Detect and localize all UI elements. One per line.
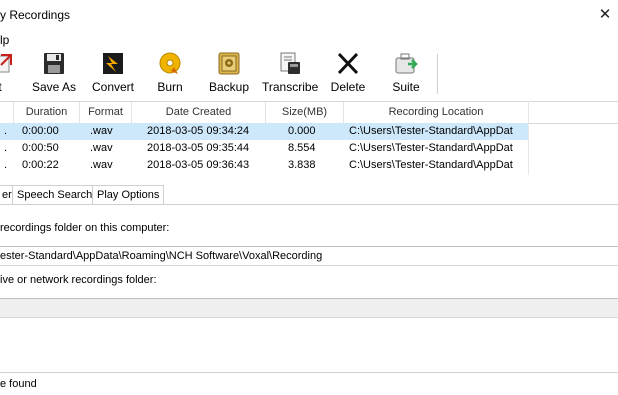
suite-icon bbox=[395, 53, 418, 74]
options-tab-strip: er Speech Search Play Options bbox=[0, 185, 618, 205]
format-cell: .wav bbox=[90, 125, 113, 137]
safe-icon bbox=[218, 52, 240, 75]
open-button[interactable]: t bbox=[0, 50, 14, 98]
column-header-date-created[interactable]: Date Created bbox=[132, 102, 266, 123]
status-text: e found bbox=[0, 378, 37, 390]
duration-cell: 0:00:00 bbox=[22, 125, 59, 137]
tab-play-options[interactable]: Play Options bbox=[92, 185, 165, 204]
backup-button[interactable]: Backup bbox=[207, 50, 251, 98]
x-delete-icon bbox=[337, 52, 359, 75]
network-folder-field[interactable] bbox=[0, 298, 618, 318]
table-right-edge bbox=[528, 101, 529, 175]
table-row[interactable]: . 0:00:50 .wav 2018-03-05 09:35:44 8.554… bbox=[0, 140, 528, 157]
disc-icon bbox=[159, 52, 181, 74]
column-header-size[interactable]: Size(MB) bbox=[266, 102, 344, 123]
recordings-folder-path: ester-Standard\AppData\Roaming\NCH Softw… bbox=[0, 250, 323, 262]
location-cell: C:\Users\Tester-Standard\AppDat bbox=[349, 159, 513, 171]
format-cell: .wav bbox=[90, 159, 113, 171]
row-marker: . bbox=[4, 159, 8, 171]
transcribe-icon bbox=[280, 52, 300, 74]
convert-icon bbox=[103, 53, 123, 74]
column-header-recording-location[interactable]: Recording Location bbox=[344, 102, 529, 123]
window-title: y Recordings bbox=[0, 8, 71, 22]
format-cell: .wav bbox=[90, 142, 113, 154]
size-cell: 3.838 bbox=[288, 159, 316, 171]
table-row[interactable]: . 0:00:22 .wav 2018-03-05 09:36:43 3.838… bbox=[0, 157, 528, 174]
toolbar-separator bbox=[437, 54, 438, 94]
recordings-table-header: Duration Format Date Created Size(MB) Re… bbox=[0, 101, 618, 124]
title-bar: y Recordings ✕ bbox=[0, 0, 618, 30]
date-cell: 2018-03-05 09:34:24 bbox=[147, 125, 250, 137]
convert-button[interactable]: Convert bbox=[88, 50, 138, 98]
row-marker: . bbox=[4, 142, 8, 154]
close-icon[interactable]: ✕ bbox=[596, 6, 614, 24]
row-marker: . bbox=[4, 125, 8, 137]
delete-button[interactable]: Delete bbox=[328, 50, 368, 98]
network-folder-label: ive or network recordings folder: bbox=[0, 274, 157, 286]
menu-help[interactable]: lp bbox=[0, 33, 9, 47]
size-cell: 0.000 bbox=[288, 125, 316, 137]
floppy-disk-icon bbox=[44, 53, 64, 74]
recordings-folder-label: recordings folder on this computer: bbox=[0, 222, 170, 234]
save-as-button[interactable]: Save As bbox=[30, 50, 78, 98]
transcribe-button[interactable]: Transcribe bbox=[262, 50, 318, 98]
toolbar: t Save As Convert Burn Ba bbox=[0, 50, 618, 98]
suite-button[interactable]: Suite bbox=[386, 50, 426, 98]
location-cell: C:\Users\Tester-Standard\AppDat bbox=[349, 125, 513, 137]
table-row[interactable]: . 0:00:00 .wav 2018-03-05 09:34:24 0.000… bbox=[0, 123, 528, 140]
duration-cell: 0:00:50 bbox=[22, 142, 59, 154]
date-cell: 2018-03-05 09:35:44 bbox=[147, 142, 250, 154]
burn-button[interactable]: Burn bbox=[150, 50, 190, 98]
column-header-name[interactable] bbox=[0, 102, 14, 123]
date-cell: 2018-03-05 09:36:43 bbox=[147, 159, 250, 171]
status-bar: e found bbox=[0, 372, 618, 395]
size-cell: 8.554 bbox=[288, 142, 316, 154]
menu-bar: lp bbox=[0, 31, 618, 49]
column-header-format[interactable]: Format bbox=[80, 102, 132, 123]
tab-speech-search[interactable]: Speech Search bbox=[12, 185, 98, 204]
duration-cell: 0:00:22 bbox=[22, 159, 59, 171]
open-icon bbox=[0, 54, 12, 73]
location-cell: C:\Users\Tester-Standard\AppDat bbox=[349, 142, 513, 154]
recordings-folder-field[interactable]: ester-Standard\AppData\Roaming\NCH Softw… bbox=[0, 246, 618, 266]
column-header-duration[interactable]: Duration bbox=[14, 102, 80, 123]
